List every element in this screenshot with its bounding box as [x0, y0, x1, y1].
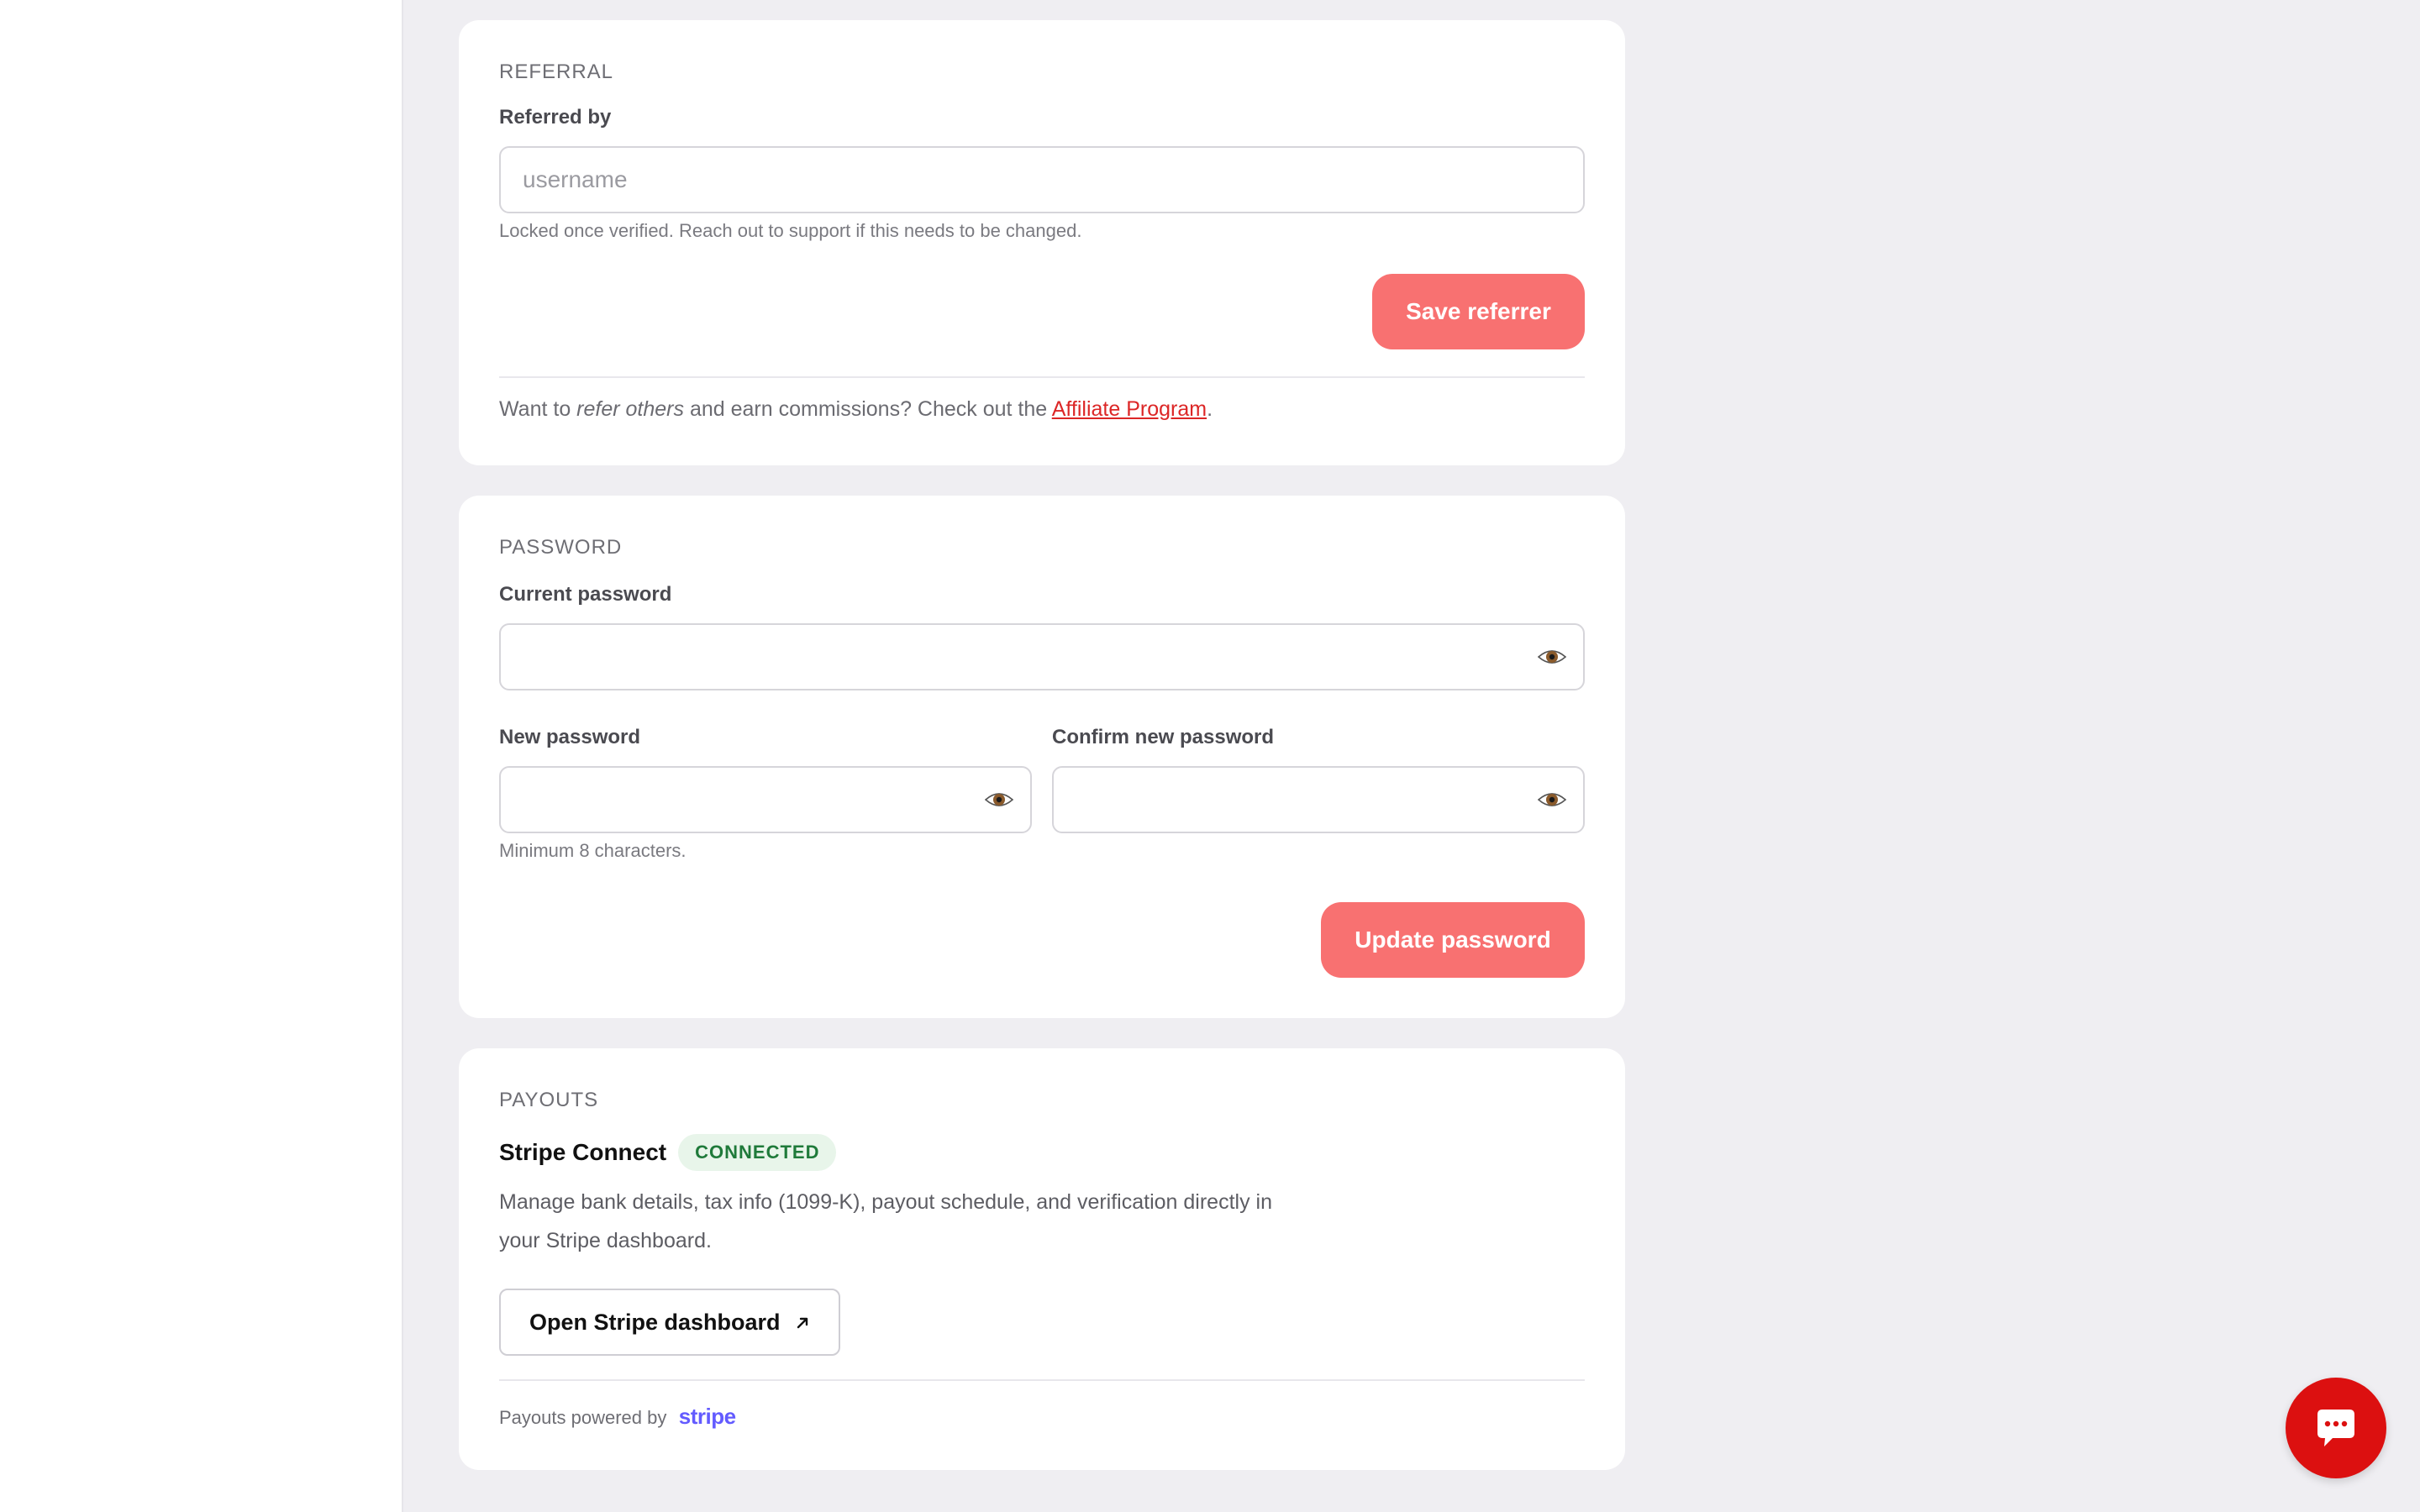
eye-icon[interactable] — [985, 790, 1013, 809]
open-stripe-dashboard-label: Open Stripe dashboard — [529, 1309, 781, 1335]
confirm-password-input[interactable] — [1052, 766, 1585, 833]
payouts-footer-text: Payouts powered by — [499, 1407, 667, 1428]
referral-card: REFERRAL Referred by Locked once verifie… — [459, 20, 1625, 465]
referred-by-input[interactable] — [499, 146, 1585, 213]
confirm-password-wrap — [1052, 766, 1585, 833]
current-password-wrap — [499, 623, 1585, 690]
payouts-description: Manage bank details, tax info (1099-K), … — [499, 1183, 1585, 1260]
open-stripe-dashboard-button[interactable]: Open Stripe dashboard — [499, 1289, 841, 1356]
eye-icon[interactable] — [1538, 648, 1566, 666]
referral-section-title: REFERRAL — [499, 60, 614, 83]
new-password-label: New password — [499, 726, 641, 748]
chat-bubble-icon — [2317, 1410, 2354, 1446]
confirm-password-group: Confirm new password — [1052, 724, 1585, 864]
affiliate-note-prefix: Want to — [499, 397, 577, 421]
confirm-password-label: Confirm new password — [1052, 726, 1275, 748]
payouts-footer: Payouts powered by stripe — [499, 1399, 736, 1433]
affiliate-note-middle: and earn commissions? Check out the — [684, 397, 1052, 421]
password-section-title: PASSWORD — [499, 536, 623, 559]
affiliate-note: Want to refer others and earn commission… — [499, 395, 1213, 423]
stripe-logo: stripe — [678, 1404, 736, 1429]
status-badge: CONNECTED — [678, 1134, 837, 1171]
referred-by-label: Referred by — [499, 106, 612, 129]
save-referrer-button[interactable]: Save referrer — [1372, 274, 1585, 349]
new-password-row: New password Minimum 8 characters. Confi… — [499, 724, 1585, 864]
sidebar — [0, 0, 403, 1512]
affiliate-program-link[interactable]: Affiliate Program — [1052, 397, 1207, 421]
password-help-text: Minimum 8 characters. — [499, 840, 687, 861]
referral-divider — [499, 376, 1585, 378]
provider-name: Stripe Connect — [499, 1139, 667, 1165]
current-password-label: Current password — [499, 583, 672, 606]
affiliate-note-emphasis: refer others — [576, 397, 685, 421]
payouts-description-line1: Manage bank details, tax info (1099-K), … — [499, 1190, 1272, 1214]
new-password-wrap — [499, 766, 1032, 833]
settings-main: REFERRAL Referred by Locked once verifie… — [459, 20, 1625, 1500]
payouts-section-title: PAYOUTS — [499, 1089, 599, 1111]
provider-row: Stripe Connect CONNECTED — [499, 1134, 1585, 1171]
referral-help-text: Locked once verified. Reach out to suppo… — [499, 220, 1082, 241]
payouts-card: PAYOUTS Stripe Connect CONNECTED Manage b… — [459, 1048, 1625, 1470]
password-card: PASSWORD Current password New password M… — [459, 496, 1625, 1018]
payouts-divider — [499, 1379, 1585, 1381]
affiliate-note-suffix: . — [1207, 397, 1213, 421]
update-password-button[interactable]: Update password — [1321, 902, 1585, 978]
eye-icon[interactable] — [1538, 790, 1566, 809]
new-password-group: New password Minimum 8 characters. — [499, 724, 1032, 864]
current-password-input[interactable] — [499, 623, 1585, 690]
payouts-description-line2: your Stripe dashboard. — [499, 1229, 712, 1252]
chat-launcher-button[interactable] — [2286, 1378, 2386, 1478]
new-password-input[interactable] — [499, 766, 1032, 833]
external-arrow-icon — [797, 1318, 808, 1329]
